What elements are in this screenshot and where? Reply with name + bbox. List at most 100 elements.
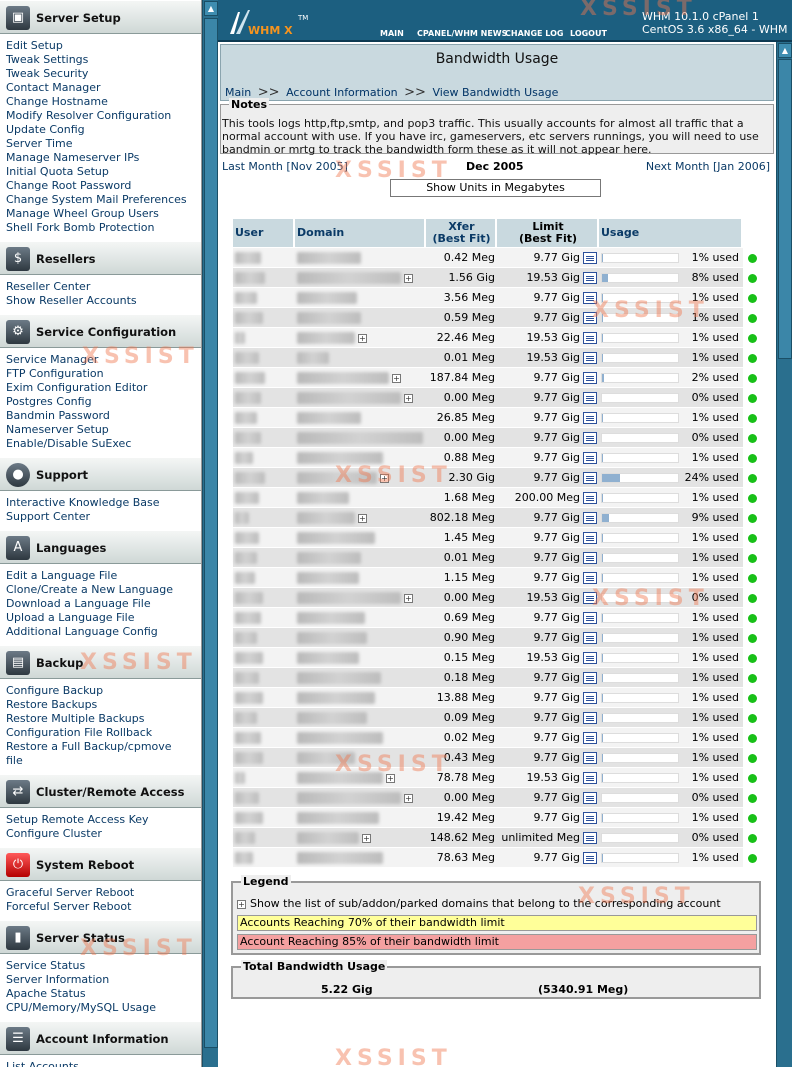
col-user[interactable]: User — [233, 219, 295, 247]
expand-plus-icon[interactable]: + — [362, 833, 371, 843]
sidebar-link-restore-backups[interactable]: Restore Backups — [6, 698, 201, 712]
cell-domain[interactable] — [295, 488, 426, 507]
sidebar-link-interactive-knowledge-base[interactable]: Interactive Knowledge Base — [6, 496, 201, 510]
expand-plus-icon[interactable]: + — [404, 393, 413, 403]
sidebar-link-forceful-server-reboot[interactable]: Forceful Server Reboot — [6, 900, 201, 914]
cell-domain[interactable] — [295, 748, 426, 767]
nav-logout[interactable]: LOGOUT — [570, 29, 607, 38]
edit-limit-icon[interactable] — [583, 372, 597, 384]
main-scroll-thumb[interactable] — [778, 59, 792, 359]
cell-domain[interactable] — [295, 308, 426, 327]
sidebar-link-manage-wheel-group-users[interactable]: Manage Wheel Group Users — [6, 207, 201, 221]
sidebar-link-shell-fork-bomb-protection[interactable]: Shell Fork Bomb Protection — [6, 221, 201, 235]
cell-domain[interactable] — [295, 728, 426, 747]
sidebar-link-restore-a-full-backup-cpmove-file[interactable]: Restore a Full Backup/cpmove file — [6, 740, 191, 768]
cell-domain[interactable] — [295, 408, 426, 427]
expand-plus-icon[interactable]: + — [392, 373, 401, 383]
sidebar-link-enable-disable-suexec[interactable]: Enable/Disable SuExec — [6, 437, 201, 451]
cell-domain[interactable]: + — [295, 328, 426, 347]
main-scrollbar[interactable]: ▲ — [776, 42, 792, 1067]
sidebar-link-manage-nameserver-ips[interactable]: Manage Nameserver IPs — [6, 151, 201, 165]
edit-limit-icon[interactable] — [583, 452, 597, 464]
cell-domain[interactable] — [295, 668, 426, 687]
cell-domain[interactable] — [295, 448, 426, 467]
cell-domain[interactable] — [295, 688, 426, 707]
sidebar-link-tweak-settings[interactable]: Tweak Settings — [6, 53, 201, 67]
next-month-link[interactable]: Next Month [Jan 2006] — [646, 160, 770, 173]
breadcrumb-view-bandwidth[interactable]: View Bandwidth Usage — [432, 86, 558, 99]
edit-limit-icon[interactable] — [583, 492, 597, 504]
sidebar-link-nameserver-setup[interactable]: Nameserver Setup — [6, 423, 201, 437]
edit-limit-icon[interactable] — [583, 672, 597, 684]
cell-domain[interactable]: + — [295, 828, 426, 847]
edit-limit-icon[interactable] — [583, 412, 597, 424]
edit-limit-icon[interactable] — [583, 432, 597, 444]
cell-domain[interactable]: + — [295, 768, 426, 787]
cell-domain[interactable] — [295, 848, 426, 867]
expand-plus-icon[interactable]: + — [386, 773, 395, 783]
edit-limit-icon[interactable] — [583, 852, 597, 864]
edit-limit-icon[interactable] — [583, 772, 597, 784]
sidebar-link-ftp-configuration[interactable]: FTP Configuration — [6, 367, 201, 381]
col-domain[interactable]: Domain — [295, 219, 426, 247]
show-units-megabytes-button[interactable]: Show Units in Megabytes — [390, 179, 601, 197]
cell-domain[interactable] — [295, 288, 426, 307]
sidebar-link-change-hostname[interactable]: Change Hostname — [6, 95, 201, 109]
sidebar-link-exim-configuration-editor[interactable]: Exim Configuration Editor — [6, 381, 201, 395]
last-month-link[interactable]: Last Month [Nov 2005] — [222, 160, 348, 173]
sidebar-link-support-center[interactable]: Support Center — [6, 510, 201, 524]
sidebar-link-initial-quota-setup[interactable]: Initial Quota Setup — [6, 165, 201, 179]
edit-limit-icon[interactable] — [583, 832, 597, 844]
expand-plus-icon[interactable]: + — [380, 473, 389, 483]
sidebar-link-clone-create-a-new-language[interactable]: Clone/Create a New Language — [6, 583, 201, 597]
cell-domain[interactable] — [295, 248, 426, 267]
edit-limit-icon[interactable] — [583, 392, 597, 404]
expand-plus-icon[interactable]: + — [404, 273, 413, 283]
edit-limit-icon[interactable] — [583, 652, 597, 664]
sidebar-link-edit-setup[interactable]: Edit Setup — [6, 39, 201, 53]
edit-limit-icon[interactable] — [583, 812, 597, 824]
sidebar-link-modify-resolver-configuration[interactable]: Modify Resolver Configuration — [6, 109, 201, 123]
breadcrumb-account-information[interactable]: Account Information — [286, 86, 398, 99]
edit-limit-icon[interactable] — [583, 532, 597, 544]
edit-limit-icon[interactable] — [583, 312, 597, 324]
expand-plus-icon[interactable]: + — [404, 793, 413, 803]
scroll-up-arrow-icon[interactable]: ▲ — [778, 43, 792, 58]
edit-limit-icon[interactable] — [583, 512, 597, 524]
sidebar-link-edit-a-language-file[interactable]: Edit a Language File — [6, 569, 201, 583]
edit-limit-icon[interactable] — [583, 332, 597, 344]
sidebar-scroll-thumb[interactable] — [204, 18, 218, 1048]
sidebar-link-configure-backup[interactable]: Configure Backup — [6, 684, 201, 698]
sidebar-link-postgres-config[interactable]: Postgres Config — [6, 395, 201, 409]
nav-main[interactable]: MAIN — [380, 29, 404, 38]
edit-limit-icon[interactable] — [583, 552, 597, 564]
cell-domain[interactable]: + — [295, 388, 426, 407]
cell-domain[interactable] — [295, 548, 426, 567]
sidebar-link-tweak-security[interactable]: Tweak Security — [6, 67, 201, 81]
cell-domain[interactable] — [295, 528, 426, 547]
edit-limit-icon[interactable] — [583, 572, 597, 584]
scroll-up-arrow-icon[interactable]: ▲ — [204, 1, 218, 16]
sidebar-link-additional-language-config[interactable]: Additional Language Config — [6, 625, 201, 639]
cell-domain[interactable]: + — [295, 368, 426, 387]
edit-limit-icon[interactable] — [583, 352, 597, 364]
cell-domain[interactable] — [295, 428, 426, 447]
cell-domain[interactable] — [295, 628, 426, 647]
sidebar-link-server-information[interactable]: Server Information — [6, 973, 201, 987]
expand-plus-icon[interactable]: + — [404, 593, 413, 603]
edit-limit-icon[interactable] — [583, 252, 597, 264]
edit-limit-icon[interactable] — [583, 272, 597, 284]
sidebar-link-graceful-server-reboot[interactable]: Graceful Server Reboot — [6, 886, 201, 900]
edit-limit-icon[interactable] — [583, 712, 597, 724]
cell-domain[interactable]: + — [295, 788, 426, 807]
edit-limit-icon[interactable] — [583, 612, 597, 624]
edit-limit-icon[interactable] — [583, 472, 597, 484]
sidebar-link-show-reseller-accounts[interactable]: Show Reseller Accounts — [6, 294, 201, 308]
cell-domain[interactable]: + — [295, 588, 426, 607]
edit-limit-icon[interactable] — [583, 732, 597, 744]
edit-limit-icon[interactable] — [583, 592, 597, 604]
sidebar-link-configuration-file-rollback[interactable]: Configuration File Rollback — [6, 726, 201, 740]
cell-domain[interactable] — [295, 648, 426, 667]
col-xfer[interactable]: Xfer (Best Fit) — [426, 219, 497, 247]
cell-domain[interactable]: + — [295, 508, 426, 527]
